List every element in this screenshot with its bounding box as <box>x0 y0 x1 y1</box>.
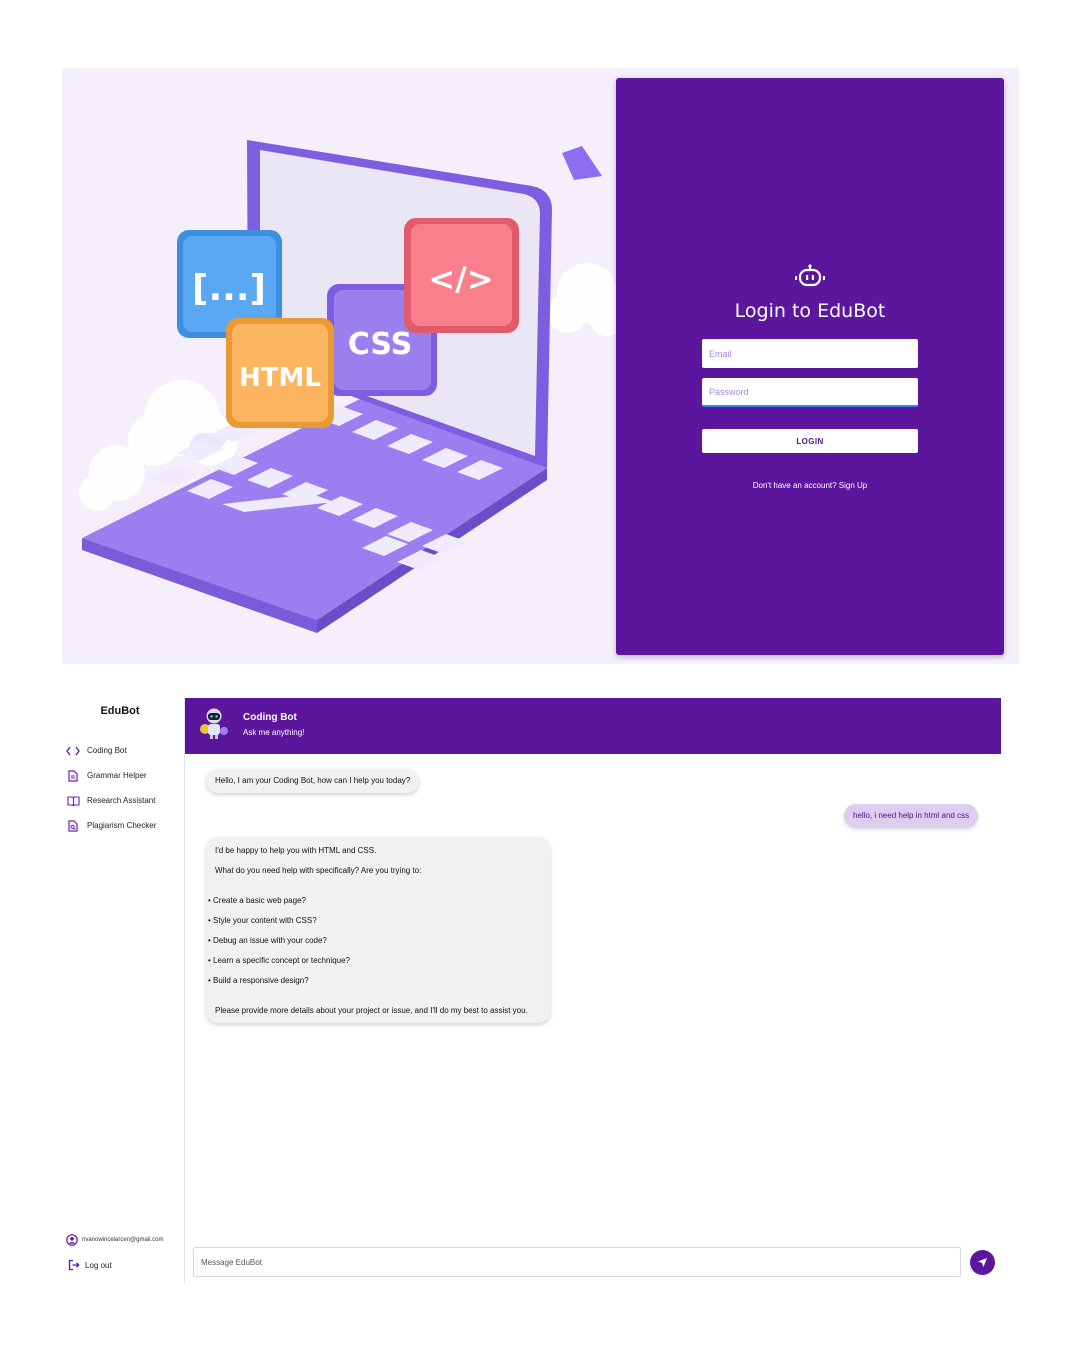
login-button[interactable]: LOGIN <box>702 429 918 453</box>
bot-reply-message: I'd be happy to help you with HTML and C… <box>206 837 550 1023</box>
code-label: </> <box>428 260 493 298</box>
email-field[interactable] <box>702 339 918 368</box>
chat-main: Coding Bot Ask me anything! Hello, I am … <box>185 698 1001 1284</box>
sidebar-item-plagiarism-checker[interactable]: Plagiarism Checker <box>66 813 156 838</box>
send-button[interactable] <box>970 1250 995 1275</box>
robot-icon <box>795 264 825 287</box>
sidebar-brand: EduBot <box>100 705 140 717</box>
sidebar-item-research-assistant[interactable]: Research Assistant <box>66 788 156 813</box>
code-icon <box>66 744 80 758</box>
sidebar-item-label: Research Assistant <box>87 796 156 805</box>
laptop-illustration: [...] CSS HTML </> <box>79 140 616 633</box>
user-circle-icon <box>66 1234 78 1246</box>
bot-subtitle: Ask me anything! <box>243 728 305 737</box>
sidebar: EduBot Coding Bot Grammar Helper Researc… <box>55 698 185 1284</box>
user-message: hello, i need help in html and css <box>844 804 979 828</box>
reply-option: • Style your content with CSS? <box>208 916 317 925</box>
reply-option: • Debug an issue with your code? <box>208 936 327 945</box>
robot-avatar-icon <box>200 708 228 739</box>
code-tile: </> <box>404 218 519 333</box>
chat-screen: EduBot Coding Bot Grammar Helper Researc… <box>55 698 1001 1284</box>
chat-header: Coding Bot Ask me anything! <box>185 698 1001 754</box>
html-tile: HTML <box>226 318 334 428</box>
reply-option: • Build a responsive design? <box>208 976 309 985</box>
reply-intro: I'd be happy to help you with HTML and C… <box>215 846 377 855</box>
logout-icon <box>68 1259 80 1271</box>
css-label: CSS <box>348 327 412 362</box>
reply-closing: Please provide more details about your p… <box>215 1006 528 1015</box>
signup-link[interactable]: Don't have an account? Sign Up <box>753 481 868 490</box>
password-field[interactable] <box>702 378 918 407</box>
sidebar-item-grammar-helper[interactable]: Grammar Helper <box>66 763 156 788</box>
bot-message: Hello, I am your Coding Bot, how can I h… <box>206 769 420 793</box>
signup-prompt: Don't have an account? Sign Up <box>616 481 1004 490</box>
send-icon <box>978 1258 987 1267</box>
document-icon <box>66 769 80 783</box>
brackets-label: [...] <box>192 268 266 309</box>
login-screen: [...] CSS HTML </> Login to EduBot Email… <box>62 68 1019 664</box>
sidebar-item-label: Plagiarism Checker <box>87 821 157 830</box>
sidebar-item-label: Coding Bot <box>87 746 127 755</box>
sidebar-item-label: Grammar Helper <box>87 771 147 780</box>
account-email: rivanowincelarcen@gmail.com <box>82 1237 164 1243</box>
bot-name: Coding Bot <box>243 712 297 723</box>
reply-option: • Learn a specific concept or technique? <box>208 956 351 965</box>
search-document-icon <box>66 819 80 833</box>
sidebar-item-coding-bot[interactable]: Coding Bot <box>66 738 156 763</box>
cloud-right <box>547 263 616 336</box>
sidebar-nav: Coding Bot Grammar Helper Research Assis… <box>66 738 156 838</box>
login-panel: Login to EduBot LOGIN Don't have an acco… <box>616 78 1004 655</box>
logout-label: Log out <box>85 1260 112 1270</box>
reply-question: What do you need help with specifically?… <box>215 866 422 875</box>
message-input[interactable] <box>193 1247 961 1277</box>
login-title: Login to EduBot <box>734 300 886 322</box>
html-label: HTML <box>239 363 321 393</box>
logout-button[interactable]: Log out <box>68 1259 112 1271</box>
book-icon <box>66 794 80 808</box>
reply-option: • Create a basic web page? <box>208 896 306 905</box>
account-info: rivanowincelarcen@gmail.com <box>66 1234 163 1246</box>
